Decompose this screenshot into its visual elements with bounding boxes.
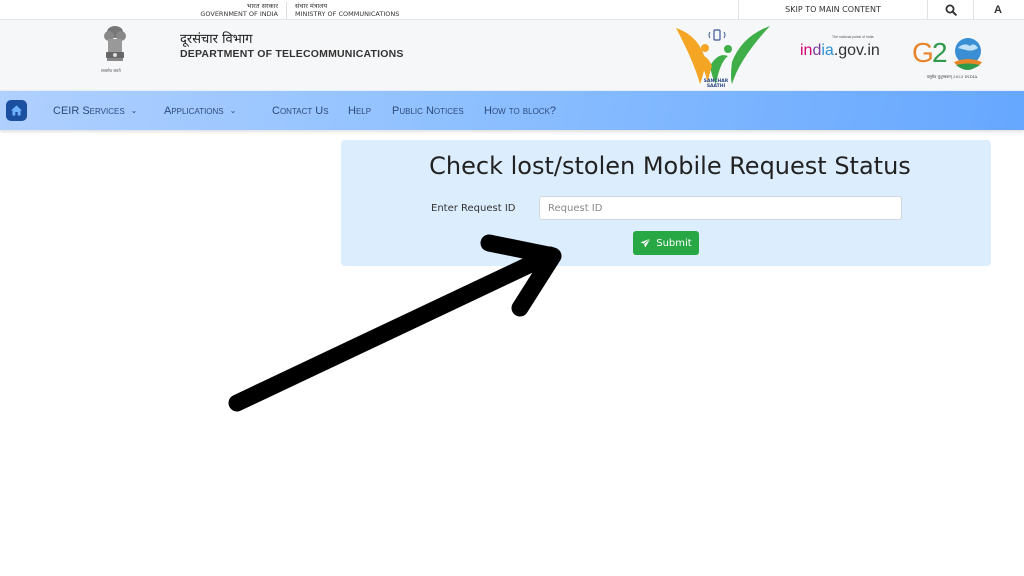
nav-ceir-services[interactable]: CEIR Services ⌄ — [53, 91, 137, 131]
gov-hindi-text: भारत सरकार — [246, 2, 278, 10]
request-status-card: Check lost/stolen Mobile Request Status … — [341, 140, 991, 266]
svg-text:2: 2 — [932, 37, 948, 68]
india-gov-logo[interactable]: The national portal of India india.gov.i… — [800, 35, 880, 60]
nav-label: CEIR Services — [53, 105, 125, 117]
submit-label: Submit — [656, 237, 692, 249]
site-header: सत्यमेव जयते दूरसंचार विभाग DEPARTMENT O… — [0, 20, 1024, 90]
skip-to-main-content-link[interactable]: SKIP TO MAIN CONTENT — [738, 0, 928, 20]
home-button[interactable] — [6, 100, 27, 121]
svg-text:G: G — [912, 37, 934, 68]
national-emblem-icon — [104, 26, 126, 61]
home-icon — [11, 105, 22, 116]
page-title: Check lost/stolen Mobile Request Status — [429, 152, 911, 180]
sanchar-saathi-logo[interactable]: SANCHAR SAATHI — [672, 22, 772, 88]
ministry-of-communications: संचार मंत्रालय MINISTRY OF COMMUNICATION… — [286, 2, 399, 19]
indiagov-tagline: The national portal of India — [832, 35, 874, 39]
nav-help[interactable]: Help — [348, 91, 371, 131]
nav-public-notices[interactable]: Public Notices — [392, 91, 464, 131]
top-utility-bar: भारत सरकार GOVERNMENT OF INDIA संचार मंत… — [0, 0, 1024, 20]
department-hindi-title: दूरसंचार विभाग — [180, 32, 253, 47]
ministry-hindi-text: संचार मंत्रालय — [295, 2, 328, 10]
gov-english-text: GOVERNMENT OF INDIA — [200, 10, 278, 18]
government-of-india: भारत सरकार GOVERNMENT OF INDIA — [180, 2, 278, 18]
paper-plane-icon — [640, 238, 652, 248]
search-icon — [945, 4, 957, 16]
submit-button[interactable]: Submit — [633, 231, 699, 255]
chevron-down-icon: ⌄ — [229, 106, 237, 115]
ministry-english-text: MINISTRY OF COMMUNICATIONS — [295, 10, 400, 18]
g20-caption: वसुधैव कुटुम्बकम् 2023 INDIA — [927, 74, 978, 80]
nav-applications[interactable]: Applications ⌄ — [164, 91, 236, 131]
department-english-title: DEPARTMENT OF TELECOMMUNICATIONS — [180, 48, 404, 60]
nav-how-to-block[interactable]: How to block? — [484, 91, 556, 131]
nav-contact-us[interactable]: Contact Us — [272, 91, 329, 131]
g20-logo[interactable]: G 2 वसुधैव कुटुम्बकम् 2023 INDIA — [912, 32, 992, 82]
request-id-label: Enter Request ID — [431, 203, 516, 214]
main-navigation: CEIR Services ⌄ Applications ⌄ Contact Us … — [0, 90, 1024, 130]
request-id-input[interactable] — [539, 196, 902, 220]
font-size-button[interactable]: A — [974, 0, 1022, 20]
search-button[interactable] — [928, 0, 974, 20]
nav-label: Applications — [164, 105, 224, 117]
svg-text:SAATHI: SAATHI — [707, 83, 726, 88]
emblem-caption: सत्यमेव जयते — [101, 68, 121, 73]
chevron-down-icon: ⌄ — [130, 106, 138, 115]
